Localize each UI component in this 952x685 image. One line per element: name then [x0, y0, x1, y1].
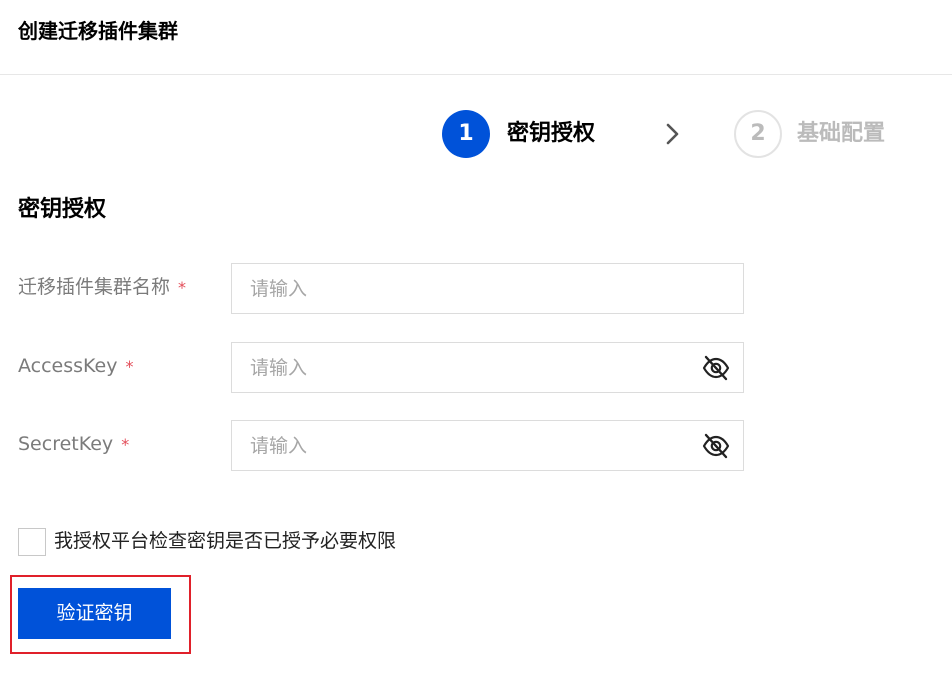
- required-mark: *: [178, 278, 187, 297]
- cluster-name-input[interactable]: [231, 263, 744, 314]
- secret-key-label-text: SecretKey: [18, 433, 114, 455]
- step-indicator: 1 密钥授权 2 基础配置: [442, 110, 922, 158]
- step-1-label: 密钥授权: [507, 121, 596, 146]
- step-2-label: 基础配置: [797, 121, 886, 146]
- page-title: 创建迁移插件集群: [18, 19, 178, 43]
- required-mark: *: [121, 435, 130, 454]
- cluster-name-label: 迁移插件集群名称 *: [18, 263, 186, 315]
- access-key-label: AccessKey *: [18, 342, 134, 394]
- access-key-input[interactable]: [231, 342, 744, 393]
- section-title: 密钥授权: [18, 197, 107, 222]
- dialog-header: 创建迁移插件集群: [0, 0, 952, 75]
- form-row-cluster-name: 迁移插件集群名称 *: [18, 263, 744, 315]
- step-2-number: 2: [734, 110, 782, 158]
- secret-key-label: SecretKey *: [18, 420, 129, 472]
- step-1-number: 1: [442, 110, 490, 158]
- consent-checkbox[interactable]: [18, 528, 46, 556]
- cluster-name-label-text: 迁移插件集群名称: [18, 276, 171, 298]
- eye-off-icon[interactable]: [702, 433, 730, 459]
- access-key-label-text: AccessKey: [18, 355, 118, 377]
- required-mark: *: [125, 357, 134, 376]
- form-row-secret-key: SecretKey *: [18, 420, 744, 472]
- chevron-right-icon: [666, 123, 679, 145]
- verify-key-button[interactable]: 验证密钥: [18, 588, 171, 639]
- form-row-access-key: AccessKey *: [18, 342, 744, 394]
- eye-off-icon[interactable]: [702, 355, 730, 381]
- secret-key-input[interactable]: [231, 420, 744, 471]
- consent-label[interactable]: 我授权平台检查密钥是否已授予必要权限: [54, 526, 396, 556]
